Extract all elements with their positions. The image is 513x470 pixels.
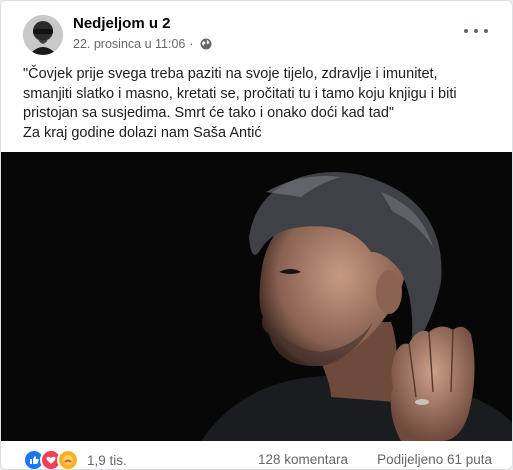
post-card: Nedjeljom u 2 22. prosinca u 11:06 · "Čo…: [0, 0, 513, 470]
post-header: Nedjeljom u 2 22. prosinca u 11:06 ·: [1, 1, 512, 61]
post-text-line: smanjiti slatko i masno, kretati se, pro…: [23, 85, 457, 102]
post-meta: 22. prosinca u 11:06 ·: [73, 37, 212, 51]
meta-separator: ·: [189, 37, 194, 51]
post-footer: 1,9 tis. 128 komentara Podijeljeno 61 pu…: [1, 442, 512, 469]
page-name-link[interactable]: Nedjeljom u 2: [73, 15, 171, 32]
post-photo[interactable]: [1, 152, 512, 441]
post-timestamp[interactable]: 22. prosinca u 11:06: [73, 37, 185, 51]
avatar-image: [23, 15, 63, 55]
more-options-icon[interactable]: [464, 23, 488, 39]
globe-icon[interactable]: [200, 38, 212, 50]
page-avatar[interactable]: [23, 15, 63, 55]
post-text-line: "Čovjek prije svega treba paziti na svoj…: [23, 66, 438, 82]
comments-count-link[interactable]: 128 komentara: [258, 452, 348, 467]
post-text-line: Za kraj godine dolazi nam Saša Antić: [23, 124, 262, 141]
post-text: "Čovjek prije svega treba paziti na svoj…: [23, 65, 493, 143]
reactions-summary[interactable]: 1,9 tis.: [23, 449, 127, 469]
shares-count-link[interactable]: Podijeljeno 61 puta: [377, 452, 492, 467]
portrait-image: [1, 152, 512, 441]
care-icon: [57, 449, 79, 469]
post-text-line: pristojan sa susjedima. Smrt će tako i o…: [23, 105, 395, 121]
reaction-count[interactable]: 1,9 tis.: [87, 453, 127, 468]
